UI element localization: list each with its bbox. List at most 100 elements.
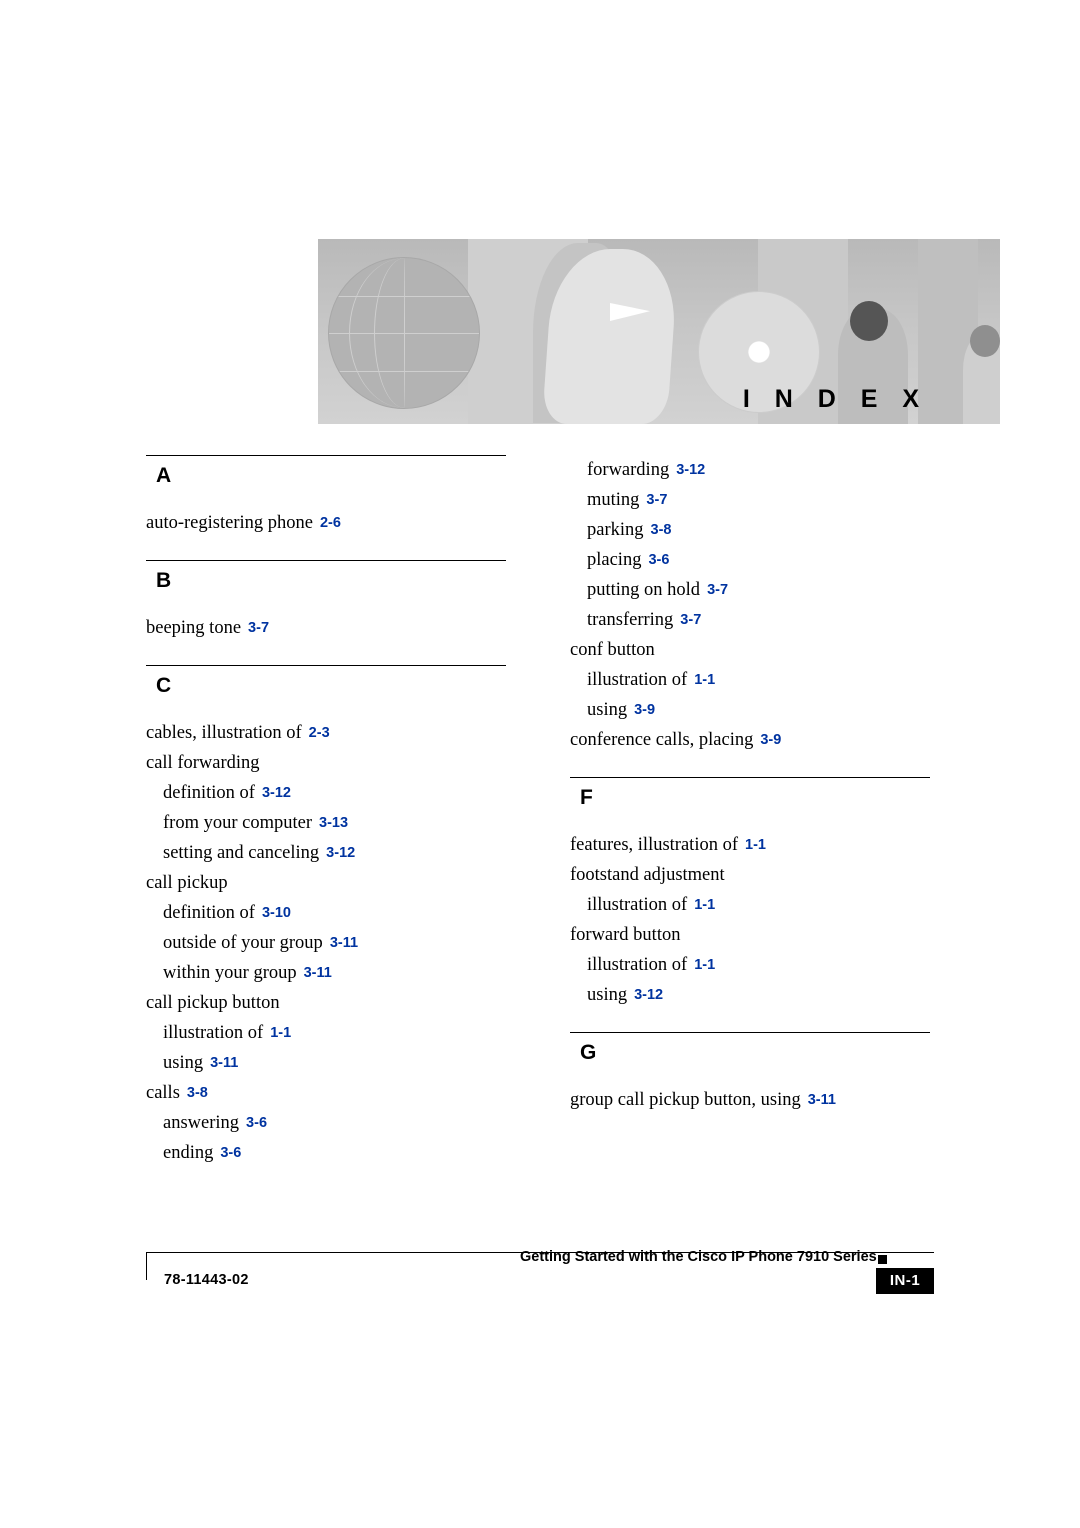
index-page-reference[interactable]: 3-7 <box>248 620 269 636</box>
index-entry: calls 3-8 <box>146 1078 506 1108</box>
index-page-reference[interactable]: 2-3 <box>309 725 330 741</box>
index-page-reference[interactable]: 1-1 <box>694 957 715 973</box>
index-entry: call forwarding <box>146 748 506 778</box>
section-letter-f: F <box>580 786 593 809</box>
index-page-reference[interactable]: 3-6 <box>220 1145 241 1161</box>
index-page-reference[interactable]: 1-1 <box>694 672 715 688</box>
index-entry: beeping tone 3-7 <box>146 613 506 643</box>
index-page-reference[interactable]: 3-10 <box>262 905 291 921</box>
index-entry-text: illustration of <box>587 955 688 975</box>
index-page-reference[interactable]: 3-12 <box>326 845 355 861</box>
index-entry-text: illustration of <box>587 895 688 915</box>
index-entry-text: call pickup <box>146 873 228 893</box>
index-entry: forward button <box>570 920 930 950</box>
index-entry: placing 3-6 <box>587 545 930 575</box>
index-entry-text: definition of <box>163 783 255 803</box>
index-entry-text: setting and canceling <box>163 843 320 863</box>
index-entry-text: using <box>587 700 628 720</box>
index-entry: group call pickup button, using 3-11 <box>570 1085 930 1115</box>
index-entry: features, illustration of 1-1 <box>570 830 930 860</box>
index-page-reference[interactable]: 3-8 <box>187 1085 208 1101</box>
section-letter-c: C <box>156 674 172 697</box>
index-entry-text: using <box>163 1053 204 1073</box>
index-page-reference[interactable]: 3-9 <box>634 702 655 718</box>
index-entry-text: conf button <box>570 640 655 660</box>
index-entry: illustration of 1-1 <box>163 1018 506 1048</box>
footer-page-label: IN-1 <box>889 1272 921 1289</box>
section-divider <box>146 665 506 666</box>
index-entry: illustration of 1-1 <box>587 665 930 695</box>
index-page-reference[interactable]: 3-12 <box>676 462 705 478</box>
index-page-reference[interactable]: 1-1 <box>270 1025 291 1041</box>
index-page: I N D E X Aauto-registering phone 2-6 Bbee… <box>0 0 1080 1528</box>
footer-document-number: 78-11443-02 <box>164 1272 249 1288</box>
section-divider <box>146 560 506 561</box>
index-entry-text: cables, illustration of <box>146 723 302 743</box>
index-page-reference[interactable]: 3-9 <box>760 732 781 748</box>
index-page-reference[interactable]: 3-13 <box>319 815 348 831</box>
index-entry: putting on hold 3-7 <box>587 575 930 605</box>
index-entry: definition of 3-10 <box>163 898 506 928</box>
index-entry: ending 3-6 <box>163 1138 506 1168</box>
index-page-reference[interactable]: 3-8 <box>651 522 672 538</box>
index-page-reference[interactable]: 3-6 <box>648 552 669 568</box>
index-entry: answering 3-6 <box>163 1108 506 1138</box>
section-divider <box>146 455 506 456</box>
index-entry: using 3-11 <box>163 1048 506 1078</box>
index-entry: using 3-12 <box>587 980 930 1010</box>
index-page-reference[interactable]: 3-12 <box>634 987 663 1003</box>
index-page-reference[interactable]: 2-6 <box>320 515 341 531</box>
index-page-reference[interactable]: 3-7 <box>707 582 728 598</box>
index-entry-text: call forwarding <box>146 753 260 773</box>
footer-page-tab: IN-1 <box>876 1268 934 1294</box>
index-page-reference[interactable]: 3-7 <box>646 492 667 508</box>
banner-title: I N D E X <box>742 385 928 413</box>
section-letter-g: G <box>580 1041 597 1064</box>
index-entry: illustration of 1-1 <box>587 890 930 920</box>
index-entry-text: from your computer <box>163 813 312 833</box>
footer-book-title: Getting Started with the Cisco IP Phone … <box>520 1249 877 1265</box>
index-column-right: forwarding 3-12 muting 3-7 parking 3-8 placing… <box>570 455 930 1137</box>
index-entry: auto-registering phone 2-6 <box>146 508 506 538</box>
index-entry: transferring 3-7 <box>587 605 930 635</box>
index-entry-text: placing <box>587 550 642 570</box>
index-page-reference[interactable]: 3-12 <box>262 785 291 801</box>
index-entry-text: parking <box>587 520 644 540</box>
index-page-reference[interactable]: 3-6 <box>246 1115 267 1131</box>
index-page-reference[interactable]: 3-11 <box>210 1055 238 1071</box>
index-entry-text: call pickup button <box>146 993 280 1013</box>
index-entry: setting and canceling 3-12 <box>163 838 506 868</box>
index-page-reference[interactable]: 3-11 <box>330 935 358 951</box>
index-entry-text: beeping tone <box>146 618 242 638</box>
footer-square-marker <box>878 1255 887 1264</box>
index-entry: from your computer 3-13 <box>163 808 506 838</box>
index-entry: definition of 3-12 <box>163 778 506 808</box>
index-entry-text: auto-registering phone <box>146 513 313 533</box>
index-entry: outside of your group 3-11 <box>163 928 506 958</box>
index-entry-text: putting on hold <box>587 580 701 600</box>
index-entry-text: within your group <box>163 963 297 983</box>
globe-icon <box>328 257 480 409</box>
index-page-reference[interactable]: 1-1 <box>694 897 715 913</box>
index-entry-text: illustration of <box>587 670 688 690</box>
index-entry-text: muting <box>587 490 640 510</box>
index-page-reference[interactable]: 3-11 <box>304 965 332 981</box>
index-entry-text: ending <box>163 1143 214 1163</box>
index-entry-text: using <box>587 985 628 1005</box>
index-entry: call pickup button <box>146 988 506 1018</box>
index-page-reference[interactable]: 3-7 <box>680 612 701 628</box>
section-divider <box>570 777 930 778</box>
index-entry-text: forwarding <box>587 460 670 480</box>
index-page-reference[interactable]: 3-11 <box>808 1092 836 1108</box>
index-entry: cables, illustration of 2-3 <box>146 718 506 748</box>
index-entry: parking 3-8 <box>587 515 930 545</box>
index-banner: I N D E X <box>318 239 1000 424</box>
index-entry-text: calls <box>146 1083 180 1103</box>
index-entry-text: definition of <box>163 903 255 923</box>
index-page-reference[interactable]: 1-1 <box>745 837 766 853</box>
section-letter-b: B <box>156 569 172 592</box>
